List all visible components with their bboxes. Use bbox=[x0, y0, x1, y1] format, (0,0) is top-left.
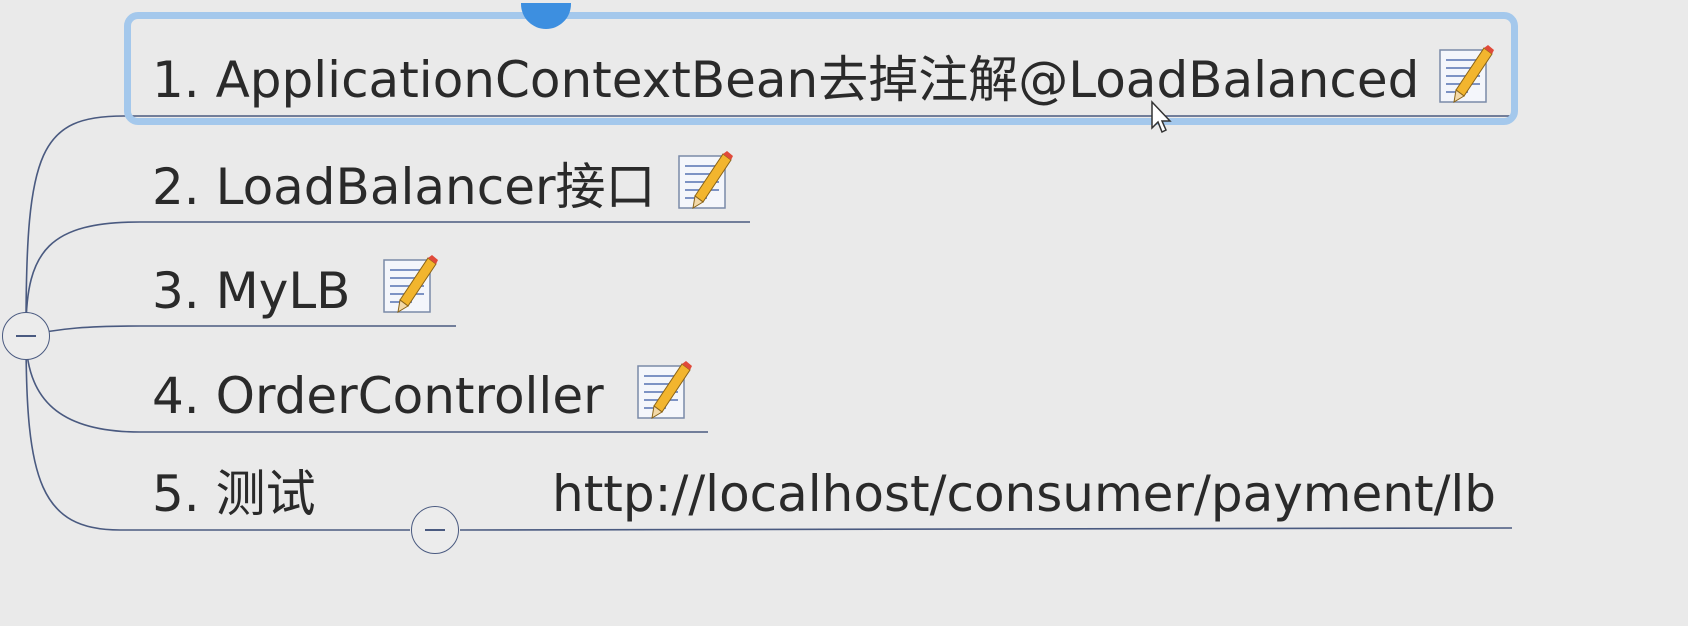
topic-4[interactable]: 4. OrderController bbox=[152, 371, 604, 421]
topic-2[interactable]: 2. LoadBalancer接口 bbox=[152, 162, 656, 212]
note-pencil-icon[interactable] bbox=[382, 254, 438, 316]
add-topic-handle-icon[interactable] bbox=[521, 3, 571, 29]
topic-1[interactable]: 1. ApplicationContextBean去掉注解@LoadBalanc… bbox=[152, 55, 1419, 105]
collapse-minus-icon[interactable] bbox=[411, 506, 459, 554]
mouse-pointer-icon bbox=[1151, 100, 1172, 134]
note-pencil-icon[interactable] bbox=[677, 150, 733, 212]
collapse-minus-icon[interactable] bbox=[2, 312, 50, 360]
subtopic-url[interactable]: http://localhost/consumer/payment/lb bbox=[552, 469, 1496, 519]
topic-5[interactable]: 5. 测试 bbox=[152, 469, 316, 519]
topic-3[interactable]: 3. MyLB bbox=[152, 266, 351, 316]
note-pencil-icon[interactable] bbox=[636, 360, 692, 422]
note-pencil-icon[interactable] bbox=[1438, 44, 1494, 106]
